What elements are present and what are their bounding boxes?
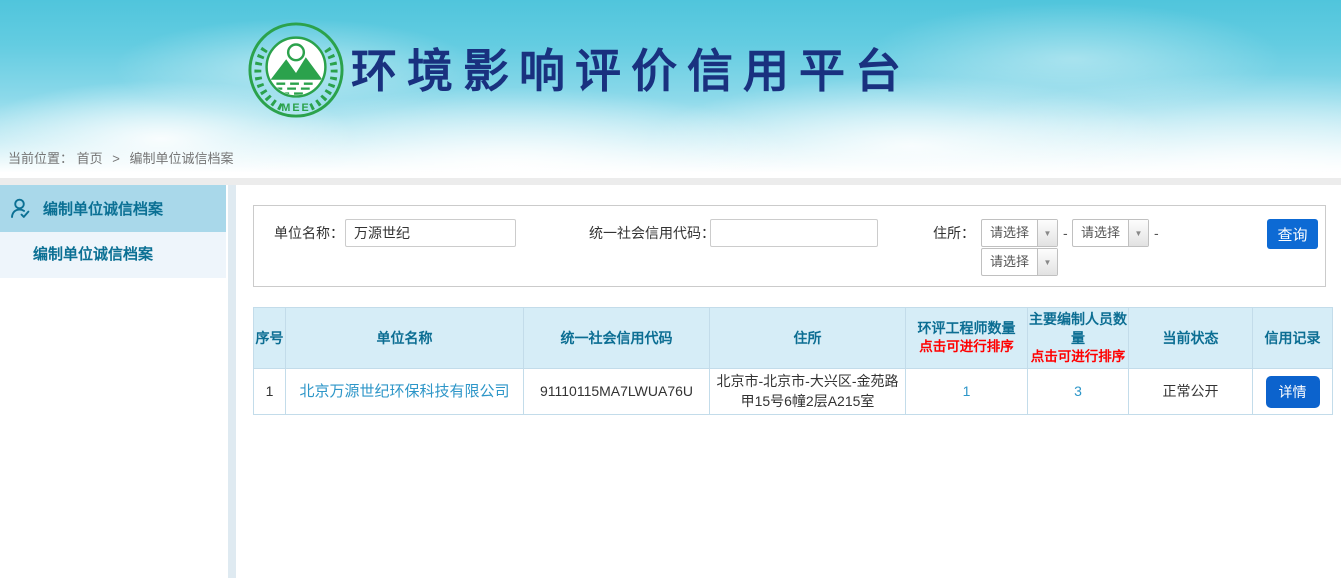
results-table: 序号 单位名称 统一社会信用代码 住所 环评工程师数量 点击可进行排序 主要编制… (253, 307, 1333, 415)
col-header-credit-record: 信用记录 (1253, 308, 1333, 369)
svg-text:MEE: MEE (281, 102, 310, 114)
col-header-seq: 序号 (254, 308, 286, 369)
city-select-value: 请选择 (1073, 220, 1128, 246)
breadcrumb-current: 编制单位诚信档案 (130, 151, 234, 166)
engineer-count-link[interactable]: 1 (963, 383, 971, 399)
city-select-button[interactable]: ▼ (1128, 220, 1148, 246)
col-header-staff-count[interactable]: 主要编制人员数量 点击可进行排序 (1028, 308, 1129, 369)
chevron-down-icon: ▼ (1044, 229, 1052, 238)
sidebar-content-divider (228, 185, 236, 578)
address-dash-2: - (1154, 219, 1159, 247)
sidebar-group-label: 编制单位诚信档案 (43, 198, 163, 219)
credit-code-input[interactable] (710, 219, 878, 247)
address-label: 住所： (933, 219, 975, 247)
col-header-status: 当前状态 (1129, 308, 1253, 369)
cell-status: 正常公开 (1129, 369, 1253, 415)
col-header-engineer-count[interactable]: 环评工程师数量 点击可进行排序 (906, 308, 1028, 369)
staff-count-link[interactable]: 3 (1074, 383, 1082, 399)
chevron-down-icon: ▼ (1135, 229, 1143, 238)
staff-count-label: 主要编制人员数量 (1029, 311, 1127, 346)
col-header-address: 住所 (710, 308, 906, 369)
sidebar-group-credit-archives[interactable]: 编制单位诚信档案 (0, 185, 226, 232)
company-name-link[interactable]: 北京万源世纪环保科技有限公司 (299, 383, 509, 400)
site-header: MEE 环境影响评价信用平台 当前位置： 首页 > 编制单位诚信档案 (0, 0, 1341, 178)
site-title: 环境影响评价信用平台 (351, 37, 911, 106)
cell-seq: 1 (254, 369, 286, 415)
engineer-count-label: 环评工程师数量 (918, 320, 1016, 336)
query-button[interactable]: 查询 (1267, 219, 1318, 249)
table-row: 1 北京万源世纪环保科技有限公司 91110115MA7LWUA76U 北京市-… (254, 369, 1333, 415)
mee-logo-icon: MEE (247, 21, 345, 119)
col-header-company: 单位名称 (286, 308, 524, 369)
breadcrumb-home-link[interactable]: 首页 (77, 151, 103, 166)
detail-button[interactable]: 详情 (1266, 376, 1320, 408)
district-select[interactable]: 请选择 ▼ (981, 248, 1058, 276)
credit-code-label: 统一社会信用代码： (589, 219, 715, 247)
company-name-label: 单位名称： (274, 219, 344, 247)
province-select-button[interactable]: ▼ (1037, 220, 1057, 246)
breadcrumb-separator: > (112, 151, 120, 166)
engineer-sort-hint: 点击可进行排序 (906, 338, 1027, 356)
breadcrumb-label: 当前位置： (8, 151, 73, 166)
breadcrumb: 当前位置： 首页 > 编制单位诚信档案 (8, 148, 234, 167)
chevron-down-icon: ▼ (1044, 258, 1052, 267)
staff-sort-hint: 点击可进行排序 (1028, 348, 1128, 366)
district-select-button[interactable]: ▼ (1037, 249, 1057, 275)
company-name-input[interactable] (345, 219, 516, 247)
district-select-value: 请选择 (982, 249, 1037, 275)
header-divider (0, 178, 1341, 185)
table-header-row: 序号 单位名称 统一社会信用代码 住所 环评工程师数量 点击可进行排序 主要编制… (254, 308, 1333, 369)
cell-credit-code: 91110115MA7LWUA76U (524, 369, 710, 415)
page: MEE 环境影响评价信用平台 当前位置： 首页 > 编制单位诚信档案 编制单位诚… (0, 0, 1341, 578)
province-select[interactable]: 请选择 ▼ (981, 219, 1058, 247)
col-header-credit-code: 统一社会信用代码 (524, 308, 710, 369)
city-select[interactable]: 请选择 ▼ (1072, 219, 1149, 247)
address-dash-1: - (1063, 219, 1068, 247)
user-check-icon (8, 196, 34, 222)
cell-address: 北京市-北京市-大兴区-金苑路甲15号6幢2层A215室 (710, 369, 906, 415)
province-select-value: 请选择 (982, 220, 1037, 246)
search-form-panel: 单位名称： 统一社会信用代码： 住所： 请选择 ▼ - 请选择 ▼ - 请选择 … (253, 205, 1326, 287)
sidebar-item-credit-archives[interactable]: 编制单位诚信档案 (0, 232, 226, 278)
